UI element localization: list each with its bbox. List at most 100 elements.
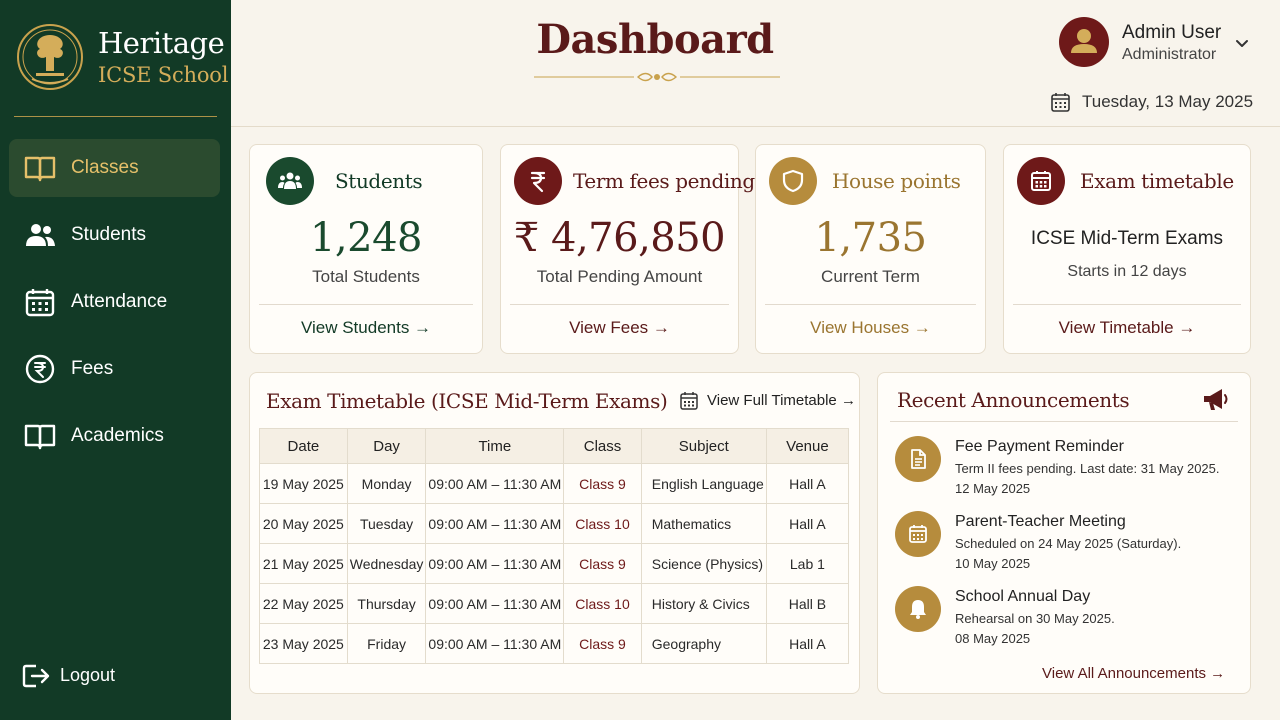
view-houses-link[interactable]: View Houses → bbox=[756, 318, 985, 338]
calendar-icon bbox=[25, 289, 55, 317]
view-timetable-link[interactable]: View Timetable → bbox=[1004, 318, 1250, 338]
table-cell: English Language bbox=[640, 463, 767, 504]
calendar-icon bbox=[1051, 93, 1070, 112]
announcement-desc: Scheduled on 24 May 2025 (Saturday). bbox=[955, 536, 1182, 551]
sidebar-item-academics[interactable]: Academics bbox=[9, 407, 220, 465]
card-exams: Exam timetable ICSE Mid-Term Exams Start… bbox=[1003, 144, 1251, 354]
announcement-icon-circle bbox=[895, 511, 941, 557]
sidebar-item-students[interactable]: Students bbox=[9, 206, 220, 264]
announcement-desc: Rehearsal on 30 May 2025. bbox=[955, 611, 1115, 626]
sidebar-item-label: Academics bbox=[71, 425, 164, 446]
announcement-title[interactable]: Fee Payment Reminder bbox=[955, 438, 1124, 456]
table-cell: 09:00 AM – 11:30 AM bbox=[425, 623, 565, 664]
sidebar-item-label: Classes bbox=[71, 157, 139, 178]
table-cell: 22 May 2025 bbox=[259, 583, 348, 624]
view-students-link[interactable]: View Students → bbox=[250, 318, 482, 338]
announcement-date: 08 May 2025 bbox=[955, 631, 1031, 646]
timetable-table: Date Day Time Class Subject Venue 19 May… bbox=[259, 428, 850, 664]
announcement-icon-circle bbox=[895, 586, 941, 632]
table-cell: 09:00 AM – 11:30 AM bbox=[425, 503, 565, 544]
sidebar-item-fees[interactable]: Fees bbox=[9, 340, 220, 398]
logout-button[interactable]: Logout bbox=[22, 661, 152, 691]
exam-countdown: Starts in 12 days bbox=[1067, 263, 1187, 280]
table-cell: History & Civics bbox=[640, 583, 767, 624]
table-cell: Hall A bbox=[765, 623, 850, 664]
rupee-icon bbox=[530, 171, 546, 193]
brand-subtitle: ICSE School bbox=[98, 63, 229, 87]
user-role: Administrator bbox=[1122, 46, 1217, 63]
announcement-icon-circle bbox=[895, 436, 941, 482]
current-date: Tuesday, 13 May 2025 bbox=[1082, 92, 1254, 111]
card-title: Exam timetable bbox=[1080, 169, 1234, 193]
table-row: 21 May 2025 Wednesday 09:00 AM – 11:30 A… bbox=[259, 543, 850, 584]
logout-label: Logout bbox=[60, 665, 116, 685]
school-brand: Heritage ICSE School bbox=[98, 26, 228, 90]
sidebar-item-label: Attendance bbox=[71, 291, 168, 312]
logout-icon bbox=[22, 664, 50, 688]
fees-pending-value: ₹ 4,76,850 bbox=[513, 215, 726, 261]
card-icon-circle bbox=[514, 157, 562, 205]
column-header: Date bbox=[259, 428, 348, 464]
table-cell: Class 9 bbox=[563, 543, 642, 584]
page-title: Dashboard bbox=[536, 16, 774, 63]
announcements-title: Recent Announcements bbox=[897, 388, 1130, 412]
students-total-value: 1,248 bbox=[309, 215, 423, 261]
card-fees: Term fees pending ₹ 4,76,850 Total Pendi… bbox=[500, 144, 755, 354]
card-students: Students 1,248 Total Students View Stude… bbox=[249, 144, 483, 354]
users-icon bbox=[278, 172, 302, 189]
user-icon bbox=[1071, 29, 1097, 53]
brand-name: Heritage bbox=[98, 26, 225, 60]
megaphone-icon bbox=[1204, 389, 1228, 410]
card-divider bbox=[510, 304, 729, 305]
card-icon-circle bbox=[266, 157, 314, 205]
users-icon bbox=[26, 224, 55, 246]
announcement-desc: Term II fees pending. Last date: 31 May … bbox=[955, 461, 1220, 476]
document-icon bbox=[911, 449, 926, 469]
table-cell: Lab 1 bbox=[765, 543, 850, 584]
column-header: Time bbox=[425, 428, 565, 464]
table-cell: Mathematics bbox=[640, 503, 767, 544]
card-divider bbox=[765, 304, 976, 305]
table-cell: Monday bbox=[346, 463, 427, 504]
table-cell: 09:00 AM – 11:30 AM bbox=[425, 583, 565, 624]
house-points-value: 1,735 bbox=[814, 215, 927, 261]
sidebar-divider bbox=[14, 116, 217, 117]
table-row: 23 May 2025 Friday 09:00 AM – 11:30 AM C… bbox=[259, 623, 850, 664]
upcoming-exam-name: ICSE Mid-Term Exams bbox=[1030, 228, 1224, 249]
table-cell: 19 May 2025 bbox=[259, 463, 348, 504]
view-full-timetable-link[interactable]: View Full Timetable → bbox=[707, 392, 856, 409]
sidebar-item-label: Fees bbox=[71, 358, 114, 379]
table-cell: Class 9 bbox=[563, 623, 642, 664]
table-cell: Class 10 bbox=[563, 503, 642, 544]
sidebar-item-classes[interactable]: Classes bbox=[9, 139, 220, 197]
table-header-row: Date Day Time Class Subject Venue bbox=[259, 428, 850, 464]
table-cell: 09:00 AM – 11:30 AM bbox=[425, 543, 565, 584]
calendar-icon bbox=[680, 392, 698, 410]
card-icon-circle bbox=[769, 157, 817, 205]
card-subtitle: Total Pending Amount bbox=[536, 267, 703, 286]
chevron-down-icon[interactable] bbox=[1234, 36, 1250, 52]
card-icon-circle bbox=[1017, 157, 1065, 205]
card-title: Term fees pending bbox=[573, 169, 755, 193]
table-cell: Class 9 bbox=[563, 463, 642, 504]
table-cell: Tuesday bbox=[346, 503, 427, 544]
table-cell: 09:00 AM – 11:30 AM bbox=[425, 463, 565, 504]
sidebar-item-attendance[interactable]: Attendance bbox=[9, 273, 220, 331]
rupee-icon bbox=[25, 354, 55, 384]
announcement-title[interactable]: Parent-Teacher Meeting bbox=[955, 513, 1126, 531]
table-cell: Thursday bbox=[346, 583, 427, 624]
table-row: 22 May 2025 Thursday 09:00 AM – 11:30 AM… bbox=[259, 583, 850, 624]
view-all-announcements-link[interactable]: View All Announcements → bbox=[1042, 665, 1225, 682]
table-cell: Hall A bbox=[765, 503, 850, 544]
sidebar: Heritage ICSE School Classes Students At… bbox=[0, 0, 231, 720]
bell-icon bbox=[910, 600, 926, 619]
table-cell: Class 10 bbox=[563, 583, 642, 624]
view-fees-link[interactable]: View Fees → bbox=[501, 318, 738, 338]
sidebar-item-label: Students bbox=[71, 224, 146, 245]
user-name: Admin User bbox=[1122, 22, 1222, 43]
table-cell: 21 May 2025 bbox=[259, 543, 348, 584]
table-cell: Hall A bbox=[765, 463, 850, 504]
announcement-title[interactable]: School Annual Day bbox=[955, 588, 1090, 606]
avatar[interactable] bbox=[1059, 17, 1109, 67]
table-cell: Geography bbox=[640, 623, 767, 664]
